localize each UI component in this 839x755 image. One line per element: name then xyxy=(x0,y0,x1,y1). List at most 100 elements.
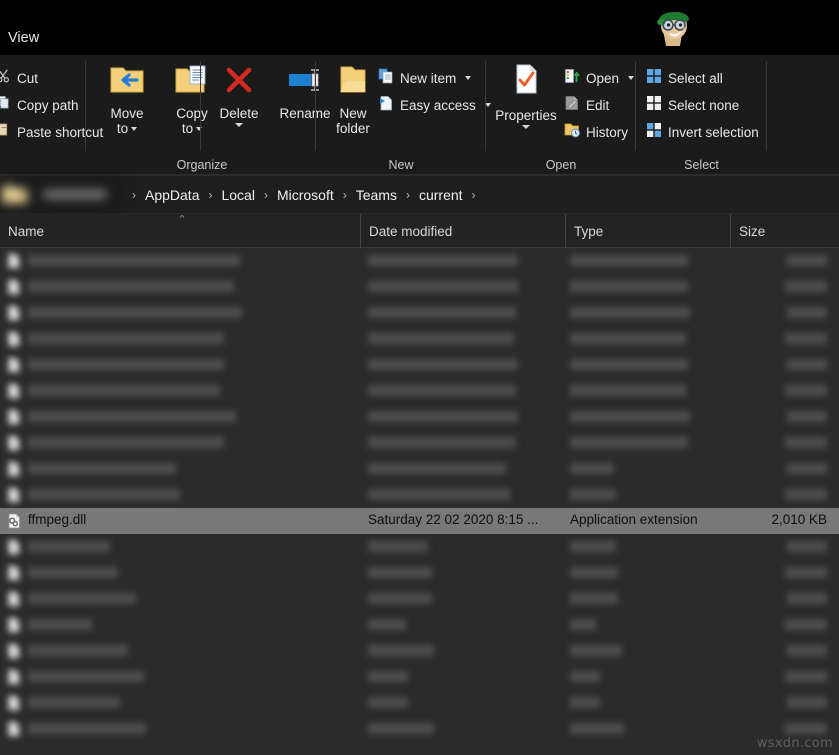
file-size-cell xyxy=(787,697,827,708)
delete-x-icon xyxy=(219,67,259,101)
breadcrumb-item-microsoft[interactable]: Microsoft xyxy=(274,187,337,203)
breadcrumb-item-current[interactable]: current xyxy=(416,187,466,203)
file-date-cell xyxy=(368,723,434,734)
file-row[interactable] xyxy=(0,586,839,612)
file-size-cell xyxy=(787,541,827,552)
chevron-down-icon[interactable] xyxy=(131,127,138,132)
file-icon xyxy=(6,721,22,737)
move-to-label-line2: to xyxy=(116,121,129,136)
group-divider xyxy=(200,61,201,151)
select-all-label: Select all xyxy=(668,70,723,86)
file-type-cell xyxy=(570,333,686,344)
file-row[interactable] xyxy=(0,430,839,456)
breadcrumb-chevron-icon[interactable]: › xyxy=(258,188,274,202)
move-to-button[interactable]: Move to xyxy=(96,63,158,136)
breadcrumb-item-local[interactable]: Local xyxy=(218,187,257,203)
breadcrumb-item-teams[interactable]: Teams xyxy=(353,187,400,203)
properties-button[interactable]: Properties xyxy=(490,63,562,129)
breadcrumb-item-appdata[interactable]: AppData xyxy=(142,187,202,203)
file-row[interactable] xyxy=(0,404,839,430)
new-folder-button[interactable]: New folder xyxy=(322,63,384,136)
new-item-button[interactable]: New item xyxy=(378,67,472,89)
file-row[interactable] xyxy=(0,690,839,716)
column-header-date-modified[interactable]: Date modified xyxy=(360,214,565,248)
select-none-button[interactable]: Select none xyxy=(646,94,739,116)
file-type-cell xyxy=(570,307,690,318)
dll-file-icon xyxy=(6,513,22,529)
paste-shortcut-icon xyxy=(0,122,11,142)
select-all-button[interactable]: Select all xyxy=(646,67,723,89)
tab-view[interactable]: View xyxy=(0,30,49,46)
edit-button[interactable]: Edit xyxy=(564,94,609,116)
file-name-cell xyxy=(28,697,120,708)
file-type-cell xyxy=(570,411,690,422)
new-folder-label-line2: folder xyxy=(336,121,370,136)
edit-icon xyxy=(564,95,580,116)
file-type-cell xyxy=(570,463,614,474)
easy-access-button[interactable]: Easy access xyxy=(378,94,491,116)
move-to-icon xyxy=(107,67,147,101)
copy-path-label: Copy path xyxy=(17,97,79,113)
file-row[interactable] xyxy=(0,482,839,508)
file-icon xyxy=(6,357,22,373)
file-type-cell xyxy=(570,671,600,682)
open-button[interactable]: Open xyxy=(564,67,635,89)
file-date-cell xyxy=(368,411,518,422)
delete-button[interactable]: Delete xyxy=(208,63,270,127)
chevron-down-icon[interactable] xyxy=(628,76,635,80)
breadcrumb-chevron-icon[interactable]: › xyxy=(202,188,218,202)
file-row[interactable] xyxy=(0,352,839,378)
file-icon xyxy=(6,461,22,477)
file-date-cell xyxy=(368,541,428,552)
file-icon xyxy=(6,305,22,321)
file-row[interactable] xyxy=(0,456,839,482)
site-watermark: wsxdn.com xyxy=(756,736,833,751)
file-name-cell xyxy=(28,385,220,396)
file-size-cell xyxy=(785,671,827,682)
file-row-selected[interactable]: ffmpeg.dll Saturday 22 02 2020 8:15 ... Ap… xyxy=(0,508,839,534)
file-type-cell xyxy=(570,359,688,370)
column-header-type[interactable]: Type xyxy=(565,214,730,248)
cut-button[interactable]: Cut xyxy=(0,67,38,89)
breadcrumb-chevron-icon[interactable]: › xyxy=(466,188,482,202)
file-row[interactable] xyxy=(0,560,839,586)
file-row[interactable] xyxy=(0,534,839,560)
address-bar[interactable]: › AppData › Local › Microsoft › Teams › … xyxy=(0,176,839,214)
file-row[interactable] xyxy=(0,664,839,690)
file-icon xyxy=(6,539,22,555)
delete-label: Delete xyxy=(219,106,259,121)
file-date-cell xyxy=(368,671,408,682)
file-row[interactable] xyxy=(0,638,839,664)
file-date-cell xyxy=(368,489,510,500)
invert-selection-button[interactable]: Invert selection xyxy=(646,121,759,143)
file-size-cell xyxy=(787,593,827,604)
file-row[interactable] xyxy=(0,326,839,352)
new-folder-label-line1: New xyxy=(339,106,367,121)
file-date-cell xyxy=(368,333,514,344)
organize-group-label: Organize xyxy=(176,158,228,172)
chevron-down-icon[interactable] xyxy=(522,125,530,129)
file-name-cell xyxy=(28,619,92,630)
file-row[interactable] xyxy=(0,274,839,300)
chevron-down-icon[interactable] xyxy=(235,123,243,127)
file-row[interactable] xyxy=(0,300,839,326)
file-icon xyxy=(6,565,22,581)
file-name-cell: ffmpeg.dll xyxy=(28,512,87,527)
file-row[interactable] xyxy=(0,612,839,638)
chevron-down-icon[interactable] xyxy=(465,76,472,80)
file-row[interactable] xyxy=(0,248,839,274)
file-name-cell xyxy=(28,593,136,604)
copy-path-button[interactable]: Copy path xyxy=(0,94,79,116)
breadcrumb-chevron-icon[interactable]: › xyxy=(337,188,353,202)
properties-label: Properties xyxy=(495,108,557,123)
select-all-icon xyxy=(646,68,662,89)
select-group-label: Select xyxy=(684,158,719,172)
history-button[interactable]: History xyxy=(564,121,628,143)
breadcrumb-chevron-icon[interactable]: › xyxy=(400,188,416,202)
file-list[interactable]: ffmpeg.dll Saturday 22 02 2020 8:15 ... Ap… xyxy=(0,248,839,755)
file-name-cell xyxy=(28,541,110,552)
file-row[interactable] xyxy=(0,378,839,404)
column-header-size[interactable]: Size xyxy=(730,214,839,248)
file-icon xyxy=(6,279,22,295)
file-row[interactable] xyxy=(0,716,839,742)
